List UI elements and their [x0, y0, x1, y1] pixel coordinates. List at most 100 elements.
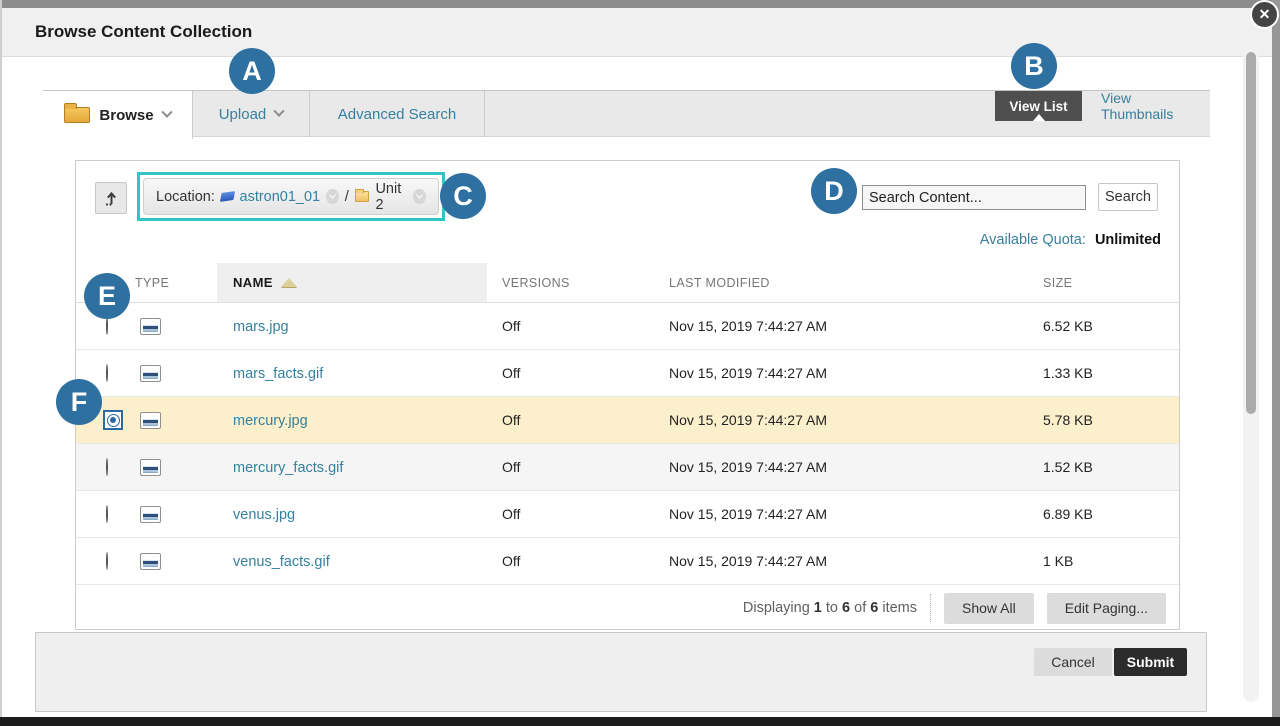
- location-breadcrumb: Location: astron01_01 / Unit 2: [143, 178, 439, 215]
- window-frame-left: [0, 0, 2, 726]
- row-name-cell: mars_facts.gif: [233, 365, 502, 382]
- tab-browse[interactable]: Browse: [43, 91, 193, 139]
- sort-ascending-icon: [281, 278, 297, 287]
- row-size-cell: 1.33 KB: [1043, 365, 1179, 381]
- radio-button[interactable]: [106, 364, 108, 382]
- file-link[interactable]: venus_facts.gif: [233, 554, 330, 570]
- window-frame-top: [0, 0, 1280, 8]
- row-size-cell: 6.52 KB: [1043, 318, 1179, 334]
- row-name-cell: mercury.jpg: [233, 412, 502, 429]
- course-context-menu-button[interactable]: [326, 189, 339, 204]
- course-icon: [220, 191, 235, 202]
- radio-button[interactable]: [106, 458, 108, 476]
- breadcrumb-course-link[interactable]: astron01_01: [240, 189, 321, 205]
- search-input[interactable]: [862, 185, 1086, 210]
- table-header-row: TYPE NAME VERSIONS LAST MODIFIED SIZE: [76, 263, 1179, 303]
- displaying-status: Displaying 1 to 6 of 6 items: [743, 600, 917, 616]
- table-row: mars.jpg Off Nov 15, 2019 7:44:27 AM 6.5…: [76, 303, 1179, 350]
- available-quota: Available Quota: Unlimited: [980, 232, 1161, 248]
- close-button[interactable]: ✕: [1250, 0, 1279, 29]
- table-row-selected: mercury.jpg Off Nov 15, 2019 7:44:27 AM …: [76, 397, 1179, 444]
- annotation-badge-a: A: [229, 48, 275, 94]
- up-one-folder-button[interactable]: [95, 182, 127, 214]
- annotation-badge-f: F: [56, 379, 102, 425]
- cancel-button[interactable]: Cancel: [1034, 648, 1112, 676]
- row-modified-cell: Nov 15, 2019 7:44:27 AM: [669, 412, 1043, 428]
- breadcrumb-separator: /: [345, 189, 349, 205]
- chevron-down-icon: [329, 192, 336, 199]
- show-all-button[interactable]: Show All: [944, 593, 1034, 624]
- paging-divider: [930, 594, 931, 622]
- quota-label: Available Quota:: [980, 232, 1086, 248]
- tab-advanced-search[interactable]: Advanced Search: [310, 91, 485, 137]
- view-list-button[interactable]: View List: [995, 91, 1082, 121]
- radio-button[interactable]: [106, 505, 108, 523]
- row-modified-cell: Nov 15, 2019 7:44:27 AM: [669, 365, 1043, 381]
- chevron-down-icon: [416, 192, 423, 199]
- row-versions-cell: Off: [502, 365, 669, 381]
- table-row: mercury_facts.gif Off Nov 15, 2019 7:44:…: [76, 444, 1179, 491]
- row-versions-cell: Off: [502, 318, 669, 334]
- page-title: Browse Content Collection: [35, 22, 252, 42]
- file-list: mars.jpg Off Nov 15, 2019 7:44:27 AM 6.5…: [76, 303, 1179, 585]
- search-button[interactable]: Search: [1098, 183, 1158, 211]
- file-link[interactable]: mercury.jpg: [233, 413, 308, 429]
- row-modified-cell: Nov 15, 2019 7:44:27 AM: [669, 506, 1043, 522]
- column-header-last-modified: LAST MODIFIED: [669, 263, 1043, 302]
- row-name-cell: venus_facts.gif: [233, 553, 502, 570]
- scrollbar-thumb[interactable]: [1246, 52, 1256, 414]
- row-type-cell: [133, 412, 233, 429]
- file-link[interactable]: venus.jpg: [233, 507, 295, 523]
- row-radio-cell: [100, 553, 133, 569]
- image-file-icon: [140, 412, 161, 429]
- row-radio-cell: [100, 506, 133, 522]
- window-frame-bottom: [0, 717, 1280, 726]
- row-versions-cell: Off: [502, 506, 669, 522]
- column-header-versions: VERSIONS: [502, 263, 669, 302]
- paging-bar: Displaying 1 to 6 of 6 items Show All Ed…: [76, 585, 1179, 631]
- radio-button-selected[interactable]: [103, 410, 123, 430]
- row-modified-cell: Nov 15, 2019 7:44:27 AM: [669, 318, 1043, 334]
- file-link[interactable]: mercury_facts.gif: [233, 460, 343, 476]
- file-link[interactable]: mars_facts.gif: [233, 366, 323, 382]
- row-size-cell: 1 KB: [1043, 553, 1179, 569]
- chevron-down-icon: [274, 106, 285, 117]
- submit-button[interactable]: Submit: [1114, 648, 1187, 676]
- row-versions-cell: Off: [502, 412, 669, 428]
- folder-up-icon: [103, 190, 120, 207]
- radio-button[interactable]: [106, 317, 108, 335]
- edit-paging-button[interactable]: Edit Paging...: [1047, 593, 1166, 624]
- view-thumbnails-label: View Thumbnails: [1101, 90, 1202, 122]
- row-modified-cell: Nov 15, 2019 7:44:27 AM: [669, 459, 1043, 475]
- column-header-name[interactable]: NAME: [217, 263, 487, 302]
- table-row: venus.jpg Off Nov 15, 2019 7:44:27 AM 6.…: [76, 491, 1179, 538]
- row-type-cell: [133, 506, 233, 523]
- row-type-cell: [133, 553, 233, 570]
- file-link[interactable]: mars.jpg: [233, 319, 289, 335]
- dialog-footer: Cancel Submit: [35, 632, 1207, 712]
- window-frame-right: [1272, 0, 1280, 726]
- row-name-cell: mercury_facts.gif: [233, 459, 502, 476]
- column-header-size: SIZE: [1043, 263, 1179, 302]
- radio-button[interactable]: [106, 552, 108, 570]
- row-versions-cell: Off: [502, 553, 669, 569]
- row-size-cell: 5.78 KB: [1043, 412, 1179, 428]
- column-header-name-label: NAME: [233, 275, 273, 290]
- view-thumbnails-button[interactable]: View Thumbnails: [1093, 91, 1210, 121]
- view-list-label: View List: [1009, 99, 1067, 114]
- annotation-badge-b: B: [1011, 43, 1057, 89]
- image-file-icon: [140, 365, 161, 382]
- image-file-icon: [140, 459, 161, 476]
- chevron-down-icon: [161, 107, 172, 118]
- tab-upload-label: Upload: [219, 106, 267, 123]
- location-highlight-box: Location: astron01_01 / Unit 2: [137, 172, 445, 221]
- breadcrumb-folder: Unit 2: [375, 181, 407, 213]
- tab-upload[interactable]: Upload: [193, 91, 310, 137]
- image-file-icon: [140, 553, 161, 570]
- header-gap: [487, 263, 502, 302]
- content-collection-panel: Location: astron01_01 / Unit 2 Search Av…: [75, 160, 1180, 630]
- folder-context-menu-button[interactable]: [413, 189, 426, 204]
- tab-advanced-search-label: Advanced Search: [338, 106, 456, 123]
- dialog-title-bar: Browse Content Collection: [2, 8, 1272, 57]
- row-name-cell: venus.jpg: [233, 506, 502, 523]
